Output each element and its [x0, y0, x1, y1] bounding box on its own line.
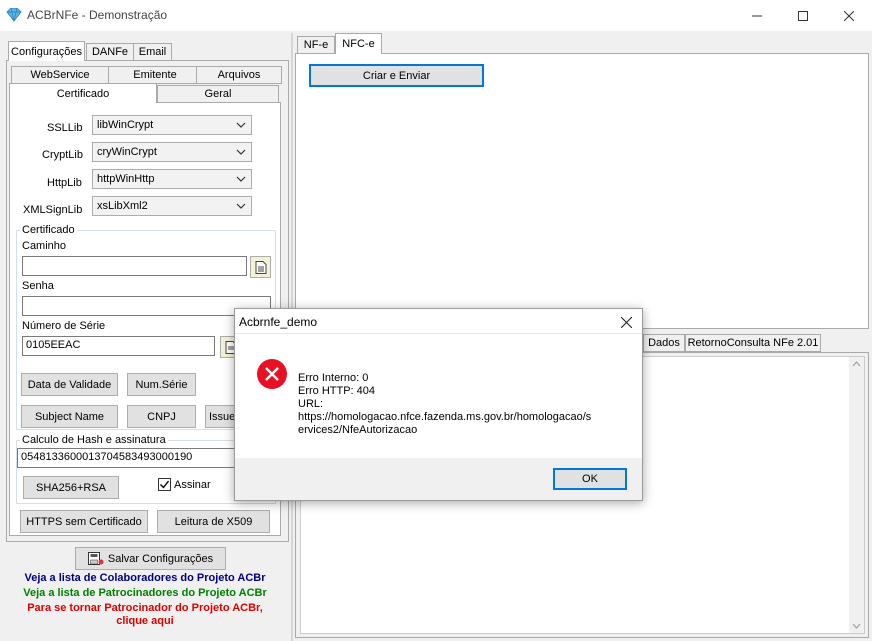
close-icon — [844, 10, 854, 21]
chevron-down-icon — [236, 203, 246, 209]
ssllib-select[interactable]: libWinCrypt — [92, 115, 252, 135]
assinar-checkbox[interactable] — [158, 478, 171, 491]
cryptlib-value: cryWinCrypt — [97, 146, 157, 158]
salvar-configuracoes-label: Salvar Configurações — [107, 552, 214, 565]
patrocinador-link-line2[interactable]: clique aqui — [0, 615, 290, 627]
tab-email[interactable]: Email — [133, 43, 172, 61]
httplib-value: httpWinHttp — [97, 173, 155, 185]
minimize-button[interactable] — [734, 0, 780, 31]
close-button[interactable] — [826, 0, 872, 31]
httplib-label: HttpLib — [47, 177, 82, 189]
ssllib-label: SSLLib — [47, 122, 83, 134]
xmlsignlib-select[interactable]: xsLibXml2 — [92, 196, 252, 216]
hash-value: 05481336000137045834930001 — [21, 451, 181, 463]
tab-nfe[interactable]: NF-e — [297, 36, 335, 54]
dialog-footer: OK — [235, 458, 642, 500]
tab-certificado[interactable]: Certificado — [9, 83, 157, 103]
data-validade-button[interactable]: Data de Validade — [21, 373, 118, 396]
error-icon — [257, 359, 287, 389]
cryptlib-label: CryptLib — [42, 149, 83, 161]
colaboradores-link[interactable]: Veja a lista de Colaboradores do Projeto… — [0, 572, 290, 584]
certificado-group-title: Certificado — [20, 224, 77, 236]
patrocinador-link-line1[interactable]: Para se tornar Patrocinador do Projeto A… — [0, 602, 290, 614]
hash-input[interactable]: 0548133600013704583493000190 — [17, 448, 267, 468]
hash-group-title: Calculo de Hash e assinatura — [20, 434, 168, 446]
chevron-down-icon — [236, 176, 246, 182]
xmlsignlib-label: XMLSignLib — [23, 204, 83, 216]
nfce-panel — [295, 53, 869, 329]
tab-dados[interactable]: Dados — [643, 334, 685, 352]
app-icon — [6, 8, 22, 22]
salvar-configuracoes-button[interactable]: Salvar Configurações — [75, 547, 226, 570]
tab-nfce[interactable]: NFC-e — [335, 33, 382, 54]
vertical-scrollbar[interactable] — [849, 357, 864, 633]
tab-configuracoes[interactable]: Configurações — [8, 41, 85, 61]
cnpj-button[interactable]: CNPJ — [127, 405, 196, 428]
tab-emitente[interactable]: Emitente — [108, 66, 202, 84]
tab-webservice[interactable]: WebService — [11, 66, 109, 84]
dialog-line-url-label: URL: — [298, 398, 324, 410]
chevron-down-icon — [236, 149, 246, 155]
error-dialog: Acbrnfe_demo Erro Interno: 0 Erro HTTP: … — [234, 308, 643, 501]
tab-arquivos[interactable]: Arquivos — [196, 66, 282, 84]
minimize-icon — [752, 15, 762, 16]
ok-button[interactable]: OK — [553, 468, 627, 490]
dialog-line-url-part1: https://homologacao.nfce.fazenda.ms.gov.… — [298, 411, 592, 423]
scroll-up-icon — [852, 361, 861, 367]
scroll-down-icon — [852, 623, 861, 629]
numero-serie-label: Número de Série — [22, 320, 106, 332]
cryptlib-select[interactable]: cryWinCrypt — [92, 142, 252, 162]
save-config-icon — [87, 551, 104, 565]
xmlsignlib-value: xsLibXml2 — [97, 200, 148, 212]
tab-danfe[interactable]: DANFe — [86, 43, 134, 61]
assinar-label: Assinar — [174, 479, 211, 491]
senha-label: Senha — [22, 280, 54, 292]
caminho-label: Caminho — [22, 240, 67, 252]
document-icon — [255, 260, 266, 274]
dialog-line-url-part2: ervices2/NfeAutorizacao — [298, 424, 418, 436]
checkmark-icon — [160, 480, 170, 489]
num-serie-button[interactable]: Num.Série — [127, 373, 196, 396]
close-icon — [620, 316, 632, 328]
criar-enviar-button[interactable]: Criar e Enviar — [309, 64, 484, 87]
chevron-down-icon — [236, 122, 246, 128]
https-sem-certificado-button[interactable]: HTTPS sem Certificado — [20, 510, 148, 533]
numero-serie-input[interactable]: 0105EEAC — [22, 336, 215, 356]
dialog-title-bar: Acbrnfe_demo — [235, 309, 642, 334]
leitura-x509-button[interactable]: Leitura de X509 — [157, 510, 270, 533]
dialog-line-erro-interno: Erro Interno: 0 — [298, 372, 369, 384]
dialog-title: Acbrnfe_demo — [239, 315, 318, 329]
ssllib-value: libWinCrypt — [97, 119, 154, 131]
tab-geral[interactable]: Geral — [157, 85, 279, 103]
patrocinadores-link[interactable]: Veja a lista de Patrocinadores do Projet… — [0, 587, 290, 599]
tab-retorno-consulta[interactable]: RetornoConsulta NFe 2.01 — [685, 334, 821, 352]
subject-name-button[interactable]: Subject Name — [21, 405, 118, 428]
caminho-input[interactable] — [22, 256, 247, 276]
dialog-line-erro-http: Erro HTTP: 404 — [298, 385, 376, 397]
maximize-icon — [798, 10, 808, 21]
maximize-button[interactable] — [780, 0, 826, 31]
dialog-close-button[interactable] — [615, 312, 637, 332]
title-bar: ACBrNFe - Demonstração — [0, 0, 872, 31]
hash-value-tail: 90 — [180, 451, 193, 463]
window-title: ACBrNFe - Demonstração — [27, 8, 168, 22]
browse-caminho-button[interactable] — [250, 256, 271, 278]
sha256-rsa-button[interactable]: SHA256+RSA — [23, 476, 119, 499]
httplib-select[interactable]: httpWinHttp — [92, 169, 252, 189]
